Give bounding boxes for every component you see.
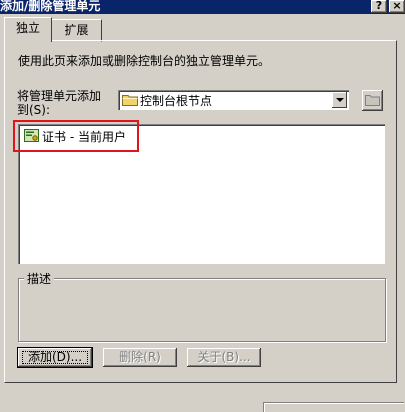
add-to-label-line2: 到(S): (17, 103, 51, 117)
close-button[interactable]: × (389, 0, 405, 13)
add-to-dropdown[interactable]: 控制台根节点 (118, 90, 349, 110)
folder-browse-icon (365, 95, 380, 106)
add-to-label: 将管理单元添加 到(S): (17, 89, 101, 117)
remove-button[interactable]: 删除(R) (103, 348, 177, 367)
add-to-selected-value: 控制台根节点 (140, 94, 213, 108)
add-button[interactable]: 添加(D)... (18, 348, 92, 367)
help-button[interactable]: ? (371, 0, 387, 13)
browse-folder-button[interactable] (362, 90, 383, 111)
title-bar: 添加/删除管理单元 ? × (0, 0, 405, 14)
tab-extensions[interactable]: 扩展 (51, 19, 102, 42)
description-group (18, 278, 386, 342)
tab-standalone[interactable]: 独立 (4, 17, 52, 42)
instructions-text: 使用此页来添加或删除控制台的独立管理单元。 (18, 54, 271, 68)
window-title: 添加/删除管理单元 (0, 0, 101, 13)
about-button[interactable]: 关于(B)... (187, 348, 261, 367)
chevron-down-icon[interactable] (332, 92, 347, 108)
add-to-label-line1: 将管理单元添加 (17, 89, 102, 103)
description-label: 描述 (24, 270, 55, 287)
folder-icon (122, 95, 138, 106)
highlight-box (13, 120, 139, 152)
focus-rect (22, 351, 88, 364)
